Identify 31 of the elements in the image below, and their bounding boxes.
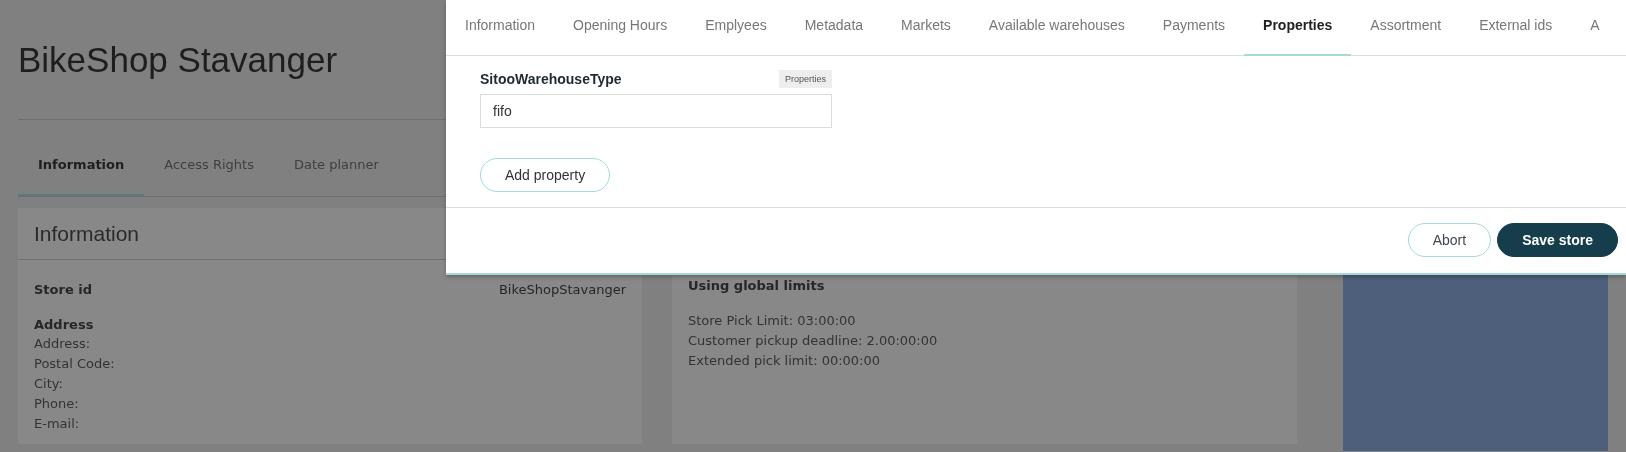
modal-tab[interactable]: Opening Hours xyxy=(554,0,687,56)
abort-button[interactable]: Abort xyxy=(1407,223,1492,257)
modal-tab[interactable]: Available warehouses xyxy=(969,0,1144,56)
modal-tab[interactable]: Properties xyxy=(1244,0,1352,56)
page-tab[interactable]: Access Rights xyxy=(144,120,274,196)
limit-line: Extended pick limit: 00:00:00 xyxy=(688,352,882,370)
page-tab[interactable]: Date planner xyxy=(273,120,399,196)
limits-heading: Using global limits xyxy=(688,278,826,293)
modal-tab[interactable]: Metadata xyxy=(785,0,883,56)
field-label: Postal Code: xyxy=(34,355,116,373)
store-id-label: Store id xyxy=(34,282,93,297)
modal-tab[interactable]: Assortment xyxy=(1351,0,1461,56)
limit-line: Store Pick Limit: 03:00:00 xyxy=(688,312,857,330)
store-id-value: BikeShopStavanger xyxy=(498,282,626,297)
field-label: E-mail: xyxy=(34,415,81,433)
field-label: Address: xyxy=(34,335,92,353)
property-input[interactable]: fifo xyxy=(480,94,832,128)
modal-tab[interactable]: A xyxy=(1571,0,1619,56)
property-badge: Properties xyxy=(778,70,832,88)
field-label: Phone: xyxy=(34,395,80,413)
modal-tab[interactable]: Information xyxy=(446,0,555,56)
page-tab[interactable]: Information xyxy=(18,120,145,196)
property-name: SitooWarehouseType xyxy=(480,71,622,87)
save-button[interactable]: Save store xyxy=(1497,223,1618,257)
modal-tab[interactable]: Payments xyxy=(1143,0,1245,56)
field-label: City: xyxy=(34,375,64,393)
limit-line: Customer pickup deadline: 2.00:00:00 xyxy=(688,332,939,350)
modal-tab[interactable]: Emplyees xyxy=(686,0,786,56)
address-heading: Address xyxy=(34,317,95,332)
add-property-button[interactable]: Add property xyxy=(480,158,611,192)
modal-tab[interactable]: External ids xyxy=(1460,0,1572,56)
